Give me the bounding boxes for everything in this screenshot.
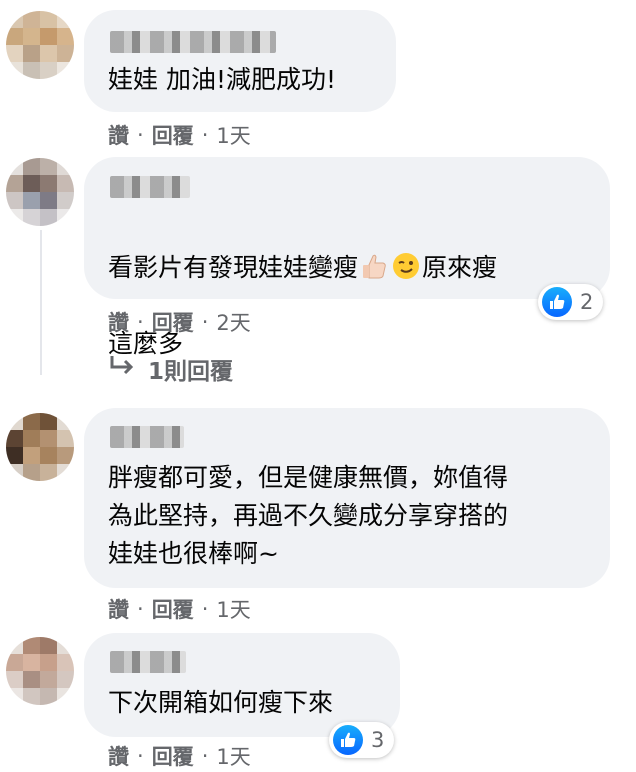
reaction-count-text: 3 [371,728,385,752]
reaction-count[interactable]: 3 [329,722,395,758]
view-replies-link[interactable]: 1則回覆 [108,352,233,386]
timestamp[interactable]: 1天 [216,741,250,771]
reaction-count[interactable]: 2 [538,284,604,320]
reply-button[interactable]: 回覆 [152,307,194,337]
view-replies-label: 1則回覆 [148,359,234,385]
winking-face-icon [392,252,420,280]
comment-text: 下次開箱如何瘦下來 [108,688,334,717]
reply-button[interactable]: 回覆 [152,594,194,624]
comment-text-part: 看影片有發現娃娃變瘦 [108,253,359,282]
avatar[interactable] [6,158,74,226]
comment-actions: 讚 · 回覆 · 1天 [108,594,251,624]
timestamp[interactable]: 2天 [216,307,250,337]
reply-arrow-icon [108,354,136,384]
like-button[interactable]: 讚 [108,594,129,624]
like-button[interactable]: 讚 [108,741,129,771]
thumbs-up-icon [360,252,388,280]
avatar[interactable] [6,637,74,705]
reply-button[interactable]: 回覆 [152,741,194,771]
comment-text-part: 原來瘦 [422,253,498,282]
timestamp[interactable]: 1天 [216,594,250,624]
like-button[interactable]: 讚 [108,120,129,150]
reply-button[interactable]: 回覆 [152,120,194,150]
commenter-name-blurred[interactable] [110,651,186,673]
reaction-count-text: 2 [580,290,594,314]
avatar[interactable] [6,413,74,481]
timestamp[interactable]: 1天 [216,120,250,150]
comment-actions: 讚 · 回覆 · 1天 [108,120,251,150]
comment-actions: 讚 · 回覆 · 1天 [108,741,251,771]
commenter-name-blurred[interactable] [110,176,190,198]
commenter-name-blurred[interactable] [110,426,184,448]
commenter-name-blurred[interactable] [110,31,276,53]
like-button[interactable]: 讚 [108,307,129,337]
comment-text: 看影片有發現娃娃變瘦 原來瘦 這麼多 [108,211,497,363]
thread-line [40,230,42,375]
like-icon [542,287,572,317]
comment-actions: 讚 · 回覆 · 2天 [108,307,251,337]
comment-text: 胖瘦都可愛，但是健康無價，妳值得 為此堅持，再過不久變成分享穿搭的 娃娃也很棒啊… [108,463,509,568]
avatar[interactable] [6,11,74,79]
like-icon [333,725,363,755]
comment-text: 娃娃 加油!減肥成功! [108,65,336,94]
